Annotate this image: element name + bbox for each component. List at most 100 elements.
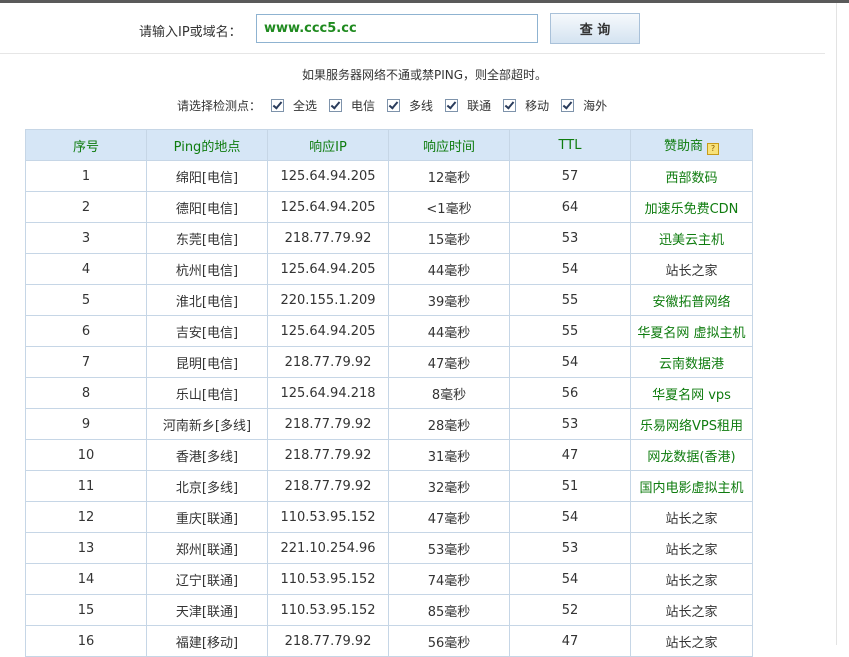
cell-sponsor[interactable]: 乐易网络VPS租用 bbox=[630, 408, 753, 440]
cell-index: 14 bbox=[25, 563, 147, 595]
cell-sponsor[interactable]: 站长之家 bbox=[630, 594, 753, 626]
timeout-note: 如果服务器网络不通或禁PING，则全部超时。 bbox=[301, 68, 548, 82]
domain-input[interactable] bbox=[256, 14, 538, 43]
cell-sponsor[interactable]: 站长之家 bbox=[630, 501, 753, 533]
cell-sponsor[interactable]: 国内电影虚拟主机 bbox=[630, 470, 753, 502]
cell-sponsor[interactable]: 站长之家 bbox=[630, 253, 753, 285]
cell-response-time: 44毫秒 bbox=[388, 253, 510, 285]
table-row: 1 绵阳[电信] 125.64.94.205 12毫秒 57 西部数码 bbox=[25, 160, 753, 192]
cell-sponsor[interactable]: 加速乐免费CDN bbox=[630, 191, 753, 223]
cell-ttl: 47 bbox=[509, 439, 631, 471]
cell-ttl: 57 bbox=[509, 160, 631, 192]
checkbox-telecom[interactable] bbox=[329, 98, 343, 112]
cell-ttl: 53 bbox=[509, 408, 631, 440]
cell-index: 16 bbox=[25, 625, 147, 657]
table-row: 14 辽宁[联通] 110.53.95.152 74毫秒 54 站长之家 bbox=[25, 563, 753, 595]
header-sponsor-label: 赞助商 bbox=[663, 139, 703, 154]
filter-label: 电信 bbox=[351, 98, 376, 113]
cell-response-time: 31毫秒 bbox=[388, 439, 510, 471]
filter-all[interactable]: 全选 bbox=[271, 97, 317, 114]
table-row: 5 淮北[电信] 220.155.1.209 39毫秒 55 安徽拓普网络 bbox=[25, 284, 753, 316]
filter-unicom[interactable]: 联通 bbox=[445, 97, 491, 114]
header-sponsor: 赞助商? bbox=[630, 129, 753, 161]
cell-ttl: 52 bbox=[509, 594, 631, 626]
sponsor-info-icon[interactable]: ? bbox=[707, 143, 719, 155]
checkbox-unicom[interactable] bbox=[445, 98, 459, 112]
cell-location: 天津[联通] bbox=[146, 594, 268, 626]
cell-ttl: 53 bbox=[509, 222, 631, 254]
cell-ip: 125.64.94.205 bbox=[267, 160, 389, 192]
checkbox-all[interactable] bbox=[271, 98, 285, 112]
cell-sponsor[interactable]: 华夏名网 虚拟主机 bbox=[630, 315, 753, 347]
query-button[interactable]: 查 询 bbox=[550, 13, 640, 44]
checkbox-overseas[interactable] bbox=[561, 98, 575, 112]
cell-location: 德阳[电信] bbox=[146, 191, 268, 223]
cell-location: 淮北[电信] bbox=[146, 284, 268, 316]
cell-index: 7 bbox=[25, 346, 147, 378]
cell-ttl: 54 bbox=[509, 563, 631, 595]
cell-response-time: 74毫秒 bbox=[388, 563, 510, 595]
cell-ip: 110.53.95.152 bbox=[267, 594, 389, 626]
cell-location: 杭州[电信] bbox=[146, 253, 268, 285]
cell-ip: 110.53.95.152 bbox=[267, 501, 389, 533]
filter-multiline[interactable]: 多线 bbox=[387, 97, 433, 114]
cell-ip: 218.77.79.92 bbox=[267, 625, 389, 657]
cell-ip: 218.77.79.92 bbox=[267, 408, 389, 440]
cell-ip: 218.77.79.92 bbox=[267, 222, 389, 254]
cell-sponsor[interactable]: 网龙数据(香港) bbox=[630, 439, 753, 471]
header-ip: 响应IP bbox=[267, 129, 389, 161]
cell-sponsor[interactable]: 云南数据港 bbox=[630, 346, 753, 378]
table-row: 2 德阳[电信] 125.64.94.205 <1毫秒 64 加速乐免费CDN bbox=[25, 191, 753, 223]
table-row: 3 东莞[电信] 218.77.79.92 15毫秒 53 迅美云主机 bbox=[25, 222, 753, 254]
cell-sponsor[interactable]: 站长之家 bbox=[630, 625, 753, 657]
cell-ip: 125.64.94.205 bbox=[267, 253, 389, 285]
cell-sponsor[interactable]: 安徽拓普网络 bbox=[630, 284, 753, 316]
cell-sponsor[interactable]: 华夏名网 vps bbox=[630, 377, 753, 409]
cell-index: 9 bbox=[25, 408, 147, 440]
table-row: 11 北京[多线] 218.77.79.92 32毫秒 51 国内电影虚拟主机 bbox=[25, 470, 753, 502]
cell-location: 东莞[电信] bbox=[146, 222, 268, 254]
cell-index: 13 bbox=[25, 532, 147, 564]
cell-ttl: 55 bbox=[509, 315, 631, 347]
cell-location: 北京[多线] bbox=[146, 470, 268, 502]
cell-index: 1 bbox=[25, 160, 147, 192]
cell-response-time: 8毫秒 bbox=[388, 377, 510, 409]
cell-location: 重庆[联通] bbox=[146, 501, 268, 533]
table-row: 13 郑州[联通] 221.10.254.96 53毫秒 53 站长之家 bbox=[25, 532, 753, 564]
cell-ttl: 51 bbox=[509, 470, 631, 502]
cell-index: 4 bbox=[25, 253, 147, 285]
filter-overseas[interactable]: 海外 bbox=[561, 97, 607, 114]
header-response-time: 响应时间 bbox=[388, 129, 510, 161]
cell-ttl: 54 bbox=[509, 501, 631, 533]
checkpoint-filters: 请选择检测点： 全选 电信 多线 联通 移动 海外 bbox=[177, 95, 619, 115]
cell-response-time: <1毫秒 bbox=[388, 191, 510, 223]
checkbox-mobile[interactable] bbox=[503, 98, 517, 112]
table-row: 6 吉安[电信] 125.64.94.205 44毫秒 55 华夏名网 虚拟主机 bbox=[25, 315, 753, 347]
cell-location: 乐山[电信] bbox=[146, 377, 268, 409]
cell-response-time: 44毫秒 bbox=[388, 315, 510, 347]
cell-index: 11 bbox=[25, 470, 147, 502]
cell-response-time: 56毫秒 bbox=[388, 625, 510, 657]
cell-sponsor[interactable]: 迅美云主机 bbox=[630, 222, 753, 254]
cell-sponsor[interactable]: 站长之家 bbox=[630, 563, 753, 595]
checkbox-multiline[interactable] bbox=[387, 98, 401, 112]
cell-location: 福建[移动] bbox=[146, 625, 268, 657]
cell-sponsor[interactable]: 西部数码 bbox=[630, 160, 753, 192]
filter-telecom[interactable]: 电信 bbox=[329, 97, 375, 114]
filter-mobile[interactable]: 移动 bbox=[503, 97, 549, 114]
cell-sponsor[interactable]: 站长之家 bbox=[630, 532, 753, 564]
filter-label: 海外 bbox=[583, 98, 608, 113]
filter-label: 多线 bbox=[409, 98, 434, 113]
table-row: 8 乐山[电信] 125.64.94.218 8毫秒 56 华夏名网 vps bbox=[25, 377, 753, 409]
cell-ttl: 54 bbox=[509, 346, 631, 378]
cell-response-time: 47毫秒 bbox=[388, 501, 510, 533]
query-label: 请输入IP或域名： bbox=[139, 25, 242, 40]
table-row: 9 河南新乡[多线] 218.77.79.92 28毫秒 53 乐易网络VPS租用 bbox=[25, 408, 753, 440]
cell-location: 河南新乡[多线] bbox=[146, 408, 268, 440]
cell-response-time: 53毫秒 bbox=[388, 532, 510, 564]
filters-label: 请选择检测点： bbox=[177, 98, 262, 113]
cell-ip: 218.77.79.92 bbox=[267, 470, 389, 502]
cell-location: 吉安[电信] bbox=[146, 315, 268, 347]
cell-response-time: 47毫秒 bbox=[388, 346, 510, 378]
cell-location: 昆明[电信] bbox=[146, 346, 268, 378]
